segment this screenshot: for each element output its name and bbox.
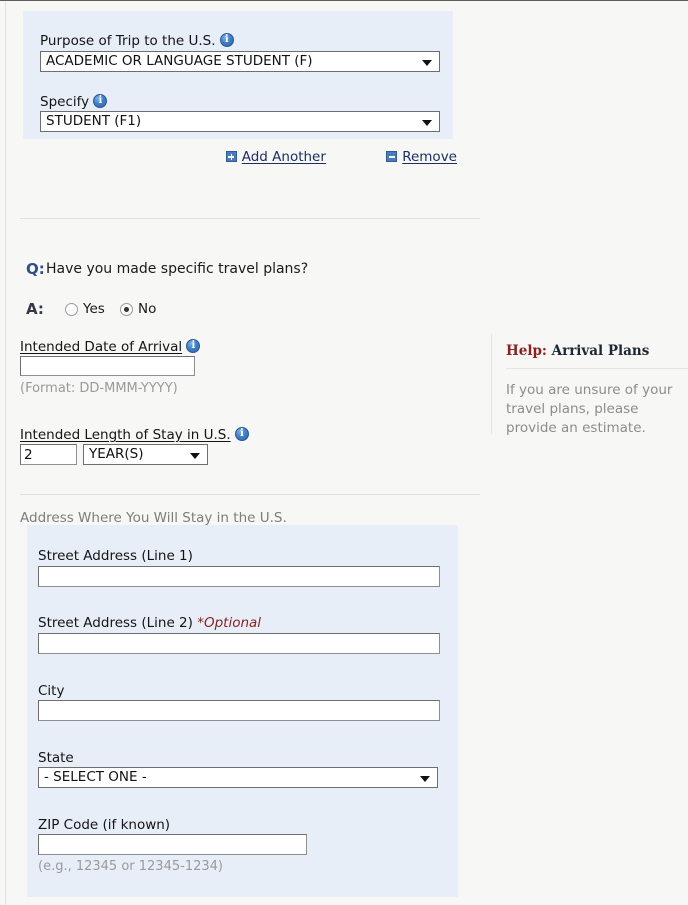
add-another-label: Add Another <box>241 149 326 165</box>
specify-selected-value: STUDENT (F1) <box>46 113 142 129</box>
help-panel-body: If you are unsure of your travel plans, … <box>506 382 673 436</box>
purpose-of-trip-panel: Purpose of Trip to the U.S. ACADEMIC OR … <box>23 11 453 139</box>
chevron-down-icon <box>422 119 432 126</box>
city-label: City <box>38 683 65 699</box>
state-selected-value: - SELECT ONE - <box>44 769 147 785</box>
length-of-stay-unit-value: YEAR(S) <box>89 446 144 462</box>
zip-code-hint: (e.g., 12345 or 12345-1234) <box>38 859 223 874</box>
minus-icon <box>386 151 398 162</box>
intended-length-of-stay-label-text: Intended Length of Stay in U.S. <box>20 427 231 443</box>
address-section-header: Address Where You Will Stay in the U.S. <box>20 510 287 526</box>
travel-plans-question: Have you made specific travel plans? <box>46 261 309 277</box>
radio-yes-label: Yes <box>83 301 105 317</box>
address-panel: Street Address (Line 1) Street Address (… <box>27 525 458 897</box>
plus-icon <box>225 151 237 162</box>
section-divider-travel-plans <box>20 218 480 219</box>
answer-marker: A: <box>26 300 44 318</box>
chevron-down-icon <box>422 59 432 66</box>
optional-tag: *Optional <box>197 615 262 631</box>
specify-label-text: Specify <box>40 94 90 110</box>
help-panel-title-prefix: Help: <box>506 343 547 359</box>
state-label: State <box>38 750 74 766</box>
date-format-hint: (Format: DD-MMM-YYYY) <box>20 381 178 396</box>
intended-length-of-stay-input[interactable] <box>20 444 77 465</box>
info-icon[interactable] <box>186 339 201 353</box>
intended-date-of-arrival-label-text: Intended Date of Arrival <box>20 339 183 355</box>
radio-option-no[interactable]: No <box>120 301 156 317</box>
length-of-stay-unit-select[interactable]: YEAR(S) <box>83 444 208 465</box>
street-address-line2-label-text: Street Address (Line 2) <box>38 615 193 631</box>
street-address-line2-input[interactable] <box>38 633 440 654</box>
radio-option-yes[interactable]: Yes <box>65 301 105 317</box>
street-address-line1-input[interactable] <box>38 566 440 587</box>
help-panel-title-subject: Arrival Plans <box>551 343 650 359</box>
purpose-of-trip-label-text: Purpose of Trip to the U.S. <box>40 33 216 49</box>
intended-length-of-stay-label: Intended Length of Stay in U.S. <box>20 427 249 443</box>
specify-select[interactable]: STUDENT (F1) <box>40 111 440 132</box>
info-icon[interactable] <box>234 427 249 441</box>
radio-yes-input[interactable] <box>65 302 78 316</box>
radio-no-label: No <box>138 301 157 317</box>
specify-label: Specify <box>40 94 108 110</box>
help-panel-arrival-plans: Help: Arrival Plans If you are unsure of… <box>491 334 688 436</box>
purpose-actions-row: Add Another Remove <box>23 149 457 171</box>
help-panel-title: Help: Arrival Plans <box>506 334 688 359</box>
zip-code-label: ZIP Code (if known) <box>38 817 171 833</box>
intended-date-of-arrival-input[interactable] <box>20 356 195 376</box>
form-page: Purpose of Trip to the U.S. ACADEMIC OR … <box>6 1 688 905</box>
purpose-of-trip-label: Purpose of Trip to the U.S. <box>40 33 234 49</box>
info-icon[interactable] <box>93 94 108 108</box>
remove-link[interactable]: Remove <box>386 149 457 165</box>
info-icon[interactable] <box>219 33 234 47</box>
chevron-down-icon <box>190 452 200 459</box>
help-panel-divider <box>506 368 688 369</box>
question-marker: Q: <box>26 260 45 278</box>
add-another-link[interactable]: Add Another <box>225 149 326 165</box>
street-address-line2-label: Street Address (Line 2) *Optional <box>38 615 261 631</box>
street-address-line1-label: Street Address (Line 1) <box>38 548 193 564</box>
state-select[interactable]: - SELECT ONE - <box>38 767 438 788</box>
chevron-down-icon <box>420 775 430 782</box>
zip-code-input[interactable] <box>38 834 307 855</box>
section-divider-address <box>20 494 480 495</box>
radio-no-input[interactable] <box>120 302 133 316</box>
city-input[interactable] <box>38 700 440 721</box>
purpose-of-trip-selected-value: ACADEMIC OR LANGUAGE STUDENT (F) <box>46 53 313 69</box>
purpose-of-trip-select[interactable]: ACADEMIC OR LANGUAGE STUDENT (F) <box>40 51 440 72</box>
intended-date-of-arrival-label: Intended Date of Arrival <box>20 339 201 355</box>
remove-label: Remove <box>402 149 457 165</box>
